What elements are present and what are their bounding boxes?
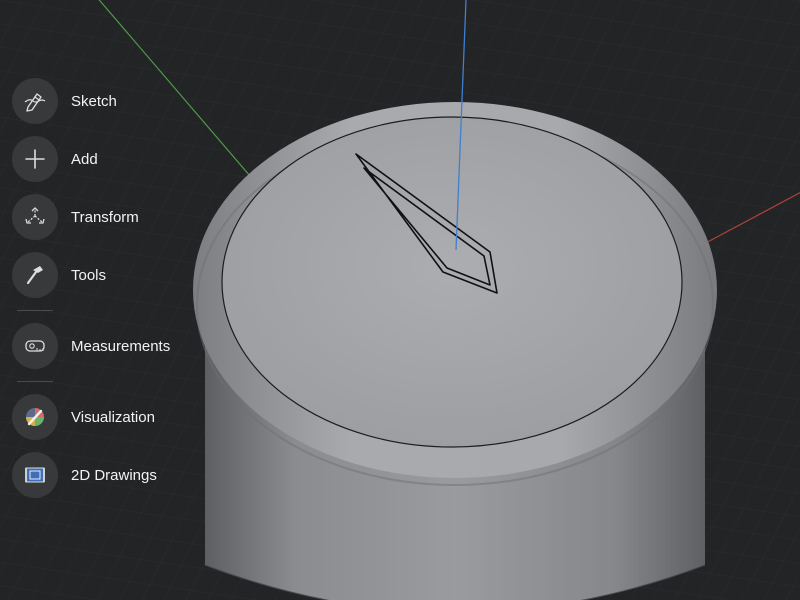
tool-add[interactable]: Add [12,136,212,182]
transform-button[interactable] [12,194,58,240]
pencil-sketch-icon [24,93,46,112]
toolbar-separator [17,310,53,311]
sketch-label: Sketch [71,92,117,110]
transform-label: Transform [71,208,139,226]
tool-measurements[interactable]: Measurements [12,323,212,369]
measurements-button[interactable] [12,323,58,369]
tool-sketch[interactable]: Sketch [12,78,212,124]
tool-transform[interactable]: Transform [12,194,212,240]
measurements-label: Measurements [71,337,171,355]
hammer-icon [26,266,43,285]
2d-drawings-label: 2D Drawings [71,466,157,484]
tool-visualization[interactable]: Visualization [12,394,212,440]
2d-drawings-button[interactable] [12,452,58,498]
add-button[interactable] [12,136,58,182]
tape-measure-icon [25,340,45,352]
add-label: Add [71,150,98,168]
toolbar-separator [17,381,53,382]
transform-axes-icon [25,207,45,224]
plus-icon [25,149,45,169]
cylinder-model[interactable] [193,102,717,600]
cylinder-top-face [221,116,683,448]
visualization-label: Visualization [71,408,155,426]
tool-tools[interactable]: Tools [12,252,212,298]
sketch-button[interactable] [12,78,58,124]
tool-sidebar: Sketch Add Transform Tools Measurements … [12,78,212,510]
blueprint-icon [25,467,45,483]
tool-2d-drawings[interactable]: 2D Drawings [12,452,212,498]
tools-label: Tools [71,266,107,284]
paintbrush-palette-icon [26,408,44,426]
tools-button[interactable] [12,252,58,298]
visualization-button[interactable] [12,394,58,440]
3d-viewport[interactable]: Sketch Add Transform Tools Measurements … [0,0,800,600]
